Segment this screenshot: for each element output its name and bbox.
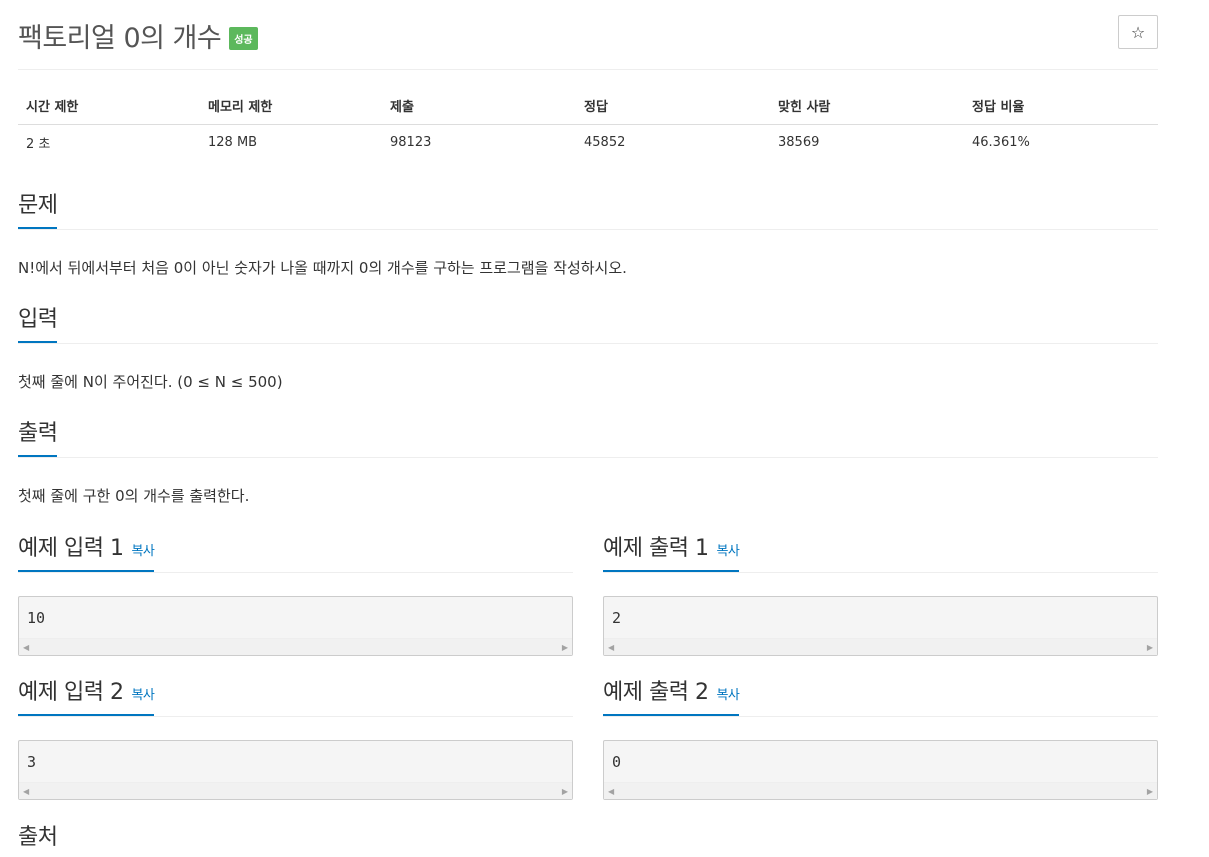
horizontal-scrollbar[interactable]: ◀ ▶ (19, 638, 572, 655)
output-head: 출력 (18, 420, 1158, 458)
output-text: 첫째 줄에 구한 0의 개수를 출력한다. (18, 487, 250, 505)
value-memory-limit: 128 MB (208, 134, 258, 150)
source-head: 출처 (18, 824, 1158, 857)
sample-input-2-value: 3 (27, 753, 37, 771)
problem-title: 팩토리얼 0의 개수 (18, 23, 222, 54)
value-accepted: 45852 (584, 134, 626, 150)
sample-input-2: 예제 입력 2 복사 3 ◀ ▶ (18, 679, 573, 800)
sample-output-2-head: 예제 출력 2 복사 (603, 679, 1158, 717)
value-ratio: 46.361% (972, 134, 1030, 150)
star-button[interactable]: ☆ (1118, 15, 1158, 49)
copy-sample-input-1-link[interactable]: 복사 (131, 538, 154, 566)
source-section: 출처 (18, 824, 1158, 857)
sample-output-1: 예제 출력 1 복사 2 ◀ ▶ (603, 535, 1158, 656)
input-section: 입력 첫째 줄에 N이 주어진다. (0 ≤ N ≤ 500) (18, 306, 1158, 392)
description-section: 문제 N!에서 뒤에서부터 처음 0이 아닌 숫자가 나올 때까지 0의 개수를… (18, 192, 1158, 278)
header-memory-limit: 메모리 제한 (200, 88, 382, 125)
copy-sample-output-1-link[interactable]: 복사 (716, 538, 739, 566)
scroll-left-icon[interactable]: ◀ (23, 643, 29, 652)
header-time-limit: 시간 제한 (18, 88, 200, 125)
value-submissions: 98123 (390, 134, 432, 150)
problem-info-table: 시간 제한 메모리 제한 제출 정답 맞힌 사람 정답 비율 2 초 128 M… (18, 88, 1158, 160)
sample-input-1-head: 예제 입력 1 복사 (18, 535, 573, 573)
header-accepted: 정답 (576, 88, 770, 125)
sample-output-2: 예제 출력 2 복사 0 ◀ ▶ (603, 679, 1158, 800)
sample-input-1: 예제 입력 1 복사 10 ◀ ▶ (18, 535, 573, 656)
status-badge: 성공 (229, 27, 258, 50)
sample-input-2-label: 예제 입력 2 (18, 680, 124, 705)
output-section: 출력 첫째 줄에 구한 0의 개수를 출력한다. (18, 420, 1158, 506)
sample-input-2-title: 예제 입력 2 복사 (18, 679, 155, 716)
info-value-row: 2 초 128 MB 98123 45852 38569 46.361% (18, 124, 1158, 160)
input-title: 입력 (18, 306, 58, 343)
horizontal-scrollbar[interactable]: ◀ ▶ (604, 782, 1157, 799)
info-header-row: 시간 제한 메모리 제한 제출 정답 맞힌 사람 정답 비율 (18, 88, 1158, 125)
scroll-right-icon[interactable]: ▶ (1147, 643, 1153, 652)
description-title: 문제 (18, 192, 58, 229)
sample-input-2-box[interactable]: 3 ◀ ▶ (18, 740, 573, 800)
input-head: 입력 (18, 306, 1158, 344)
scroll-left-icon[interactable]: ◀ (608, 787, 614, 796)
sample-input-1-label: 예제 입력 1 (18, 536, 124, 561)
sample-input-1-value: 10 (27, 609, 46, 627)
input-text: 첫째 줄에 N이 주어진다. (0 ≤ N ≤ 500) (18, 373, 283, 391)
sample-output-1-value: 2 (612, 609, 622, 627)
description-text: N!에서 뒤에서부터 처음 0이 아닌 숫자가 나올 때까지 0의 개수를 구하… (18, 259, 627, 277)
star-icon: ☆ (1130, 22, 1146, 42)
sample-output-1-title: 예제 출력 1 복사 (603, 535, 740, 572)
copy-sample-input-2-link[interactable]: 복사 (131, 682, 154, 710)
sample-output-2-title: 예제 출력 2 복사 (603, 679, 740, 716)
sample-output-2-box[interactable]: 0 ◀ ▶ (603, 740, 1158, 800)
output-title: 출력 (18, 420, 58, 457)
sample-output-1-box[interactable]: 2 ◀ ▶ (603, 596, 1158, 656)
horizontal-scrollbar[interactable]: ◀ ▶ (19, 782, 572, 799)
sample-output-1-label: 예제 출력 1 (603, 536, 709, 561)
title-wrap: 팩토리얼 0의 개수 성공 (18, 16, 258, 55)
scroll-left-icon[interactable]: ◀ (608, 643, 614, 652)
source-title: 출처 (18, 825, 58, 850)
problem-header: 팩토리얼 0의 개수 성공 ☆ (18, 0, 1158, 70)
header-ratio: 정답 비율 (964, 88, 1158, 125)
sample-input-2-head: 예제 입력 2 복사 (18, 679, 573, 717)
scroll-right-icon[interactable]: ▶ (562, 787, 568, 796)
sample-output-2-label: 예제 출력 2 (603, 680, 709, 705)
sample-input-1-box[interactable]: 10 ◀ ▶ (18, 596, 573, 656)
problem-page: 팩토리얼 0의 개수 성공 ☆ 시간 제한 메모리 제한 제출 정답 맞힌 사람… (18, 0, 1158, 850)
scroll-left-icon[interactable]: ◀ (23, 787, 29, 796)
scroll-right-icon[interactable]: ▶ (1147, 787, 1153, 796)
sample-output-1-head: 예제 출력 1 복사 (603, 535, 1158, 573)
sample-output-2-value: 0 (612, 753, 622, 771)
value-solvers: 38569 (778, 134, 820, 150)
horizontal-scrollbar[interactable]: ◀ ▶ (604, 638, 1157, 655)
description-head: 문제 (18, 192, 1158, 230)
header-submissions: 제출 (382, 88, 576, 125)
value-time-limit: 2 초 (26, 136, 51, 152)
sample-input-1-title: 예제 입력 1 복사 (18, 535, 155, 572)
copy-sample-output-2-link[interactable]: 복사 (716, 682, 739, 710)
scroll-right-icon[interactable]: ▶ (562, 643, 568, 652)
header-solvers: 맞힌 사람 (770, 88, 964, 125)
